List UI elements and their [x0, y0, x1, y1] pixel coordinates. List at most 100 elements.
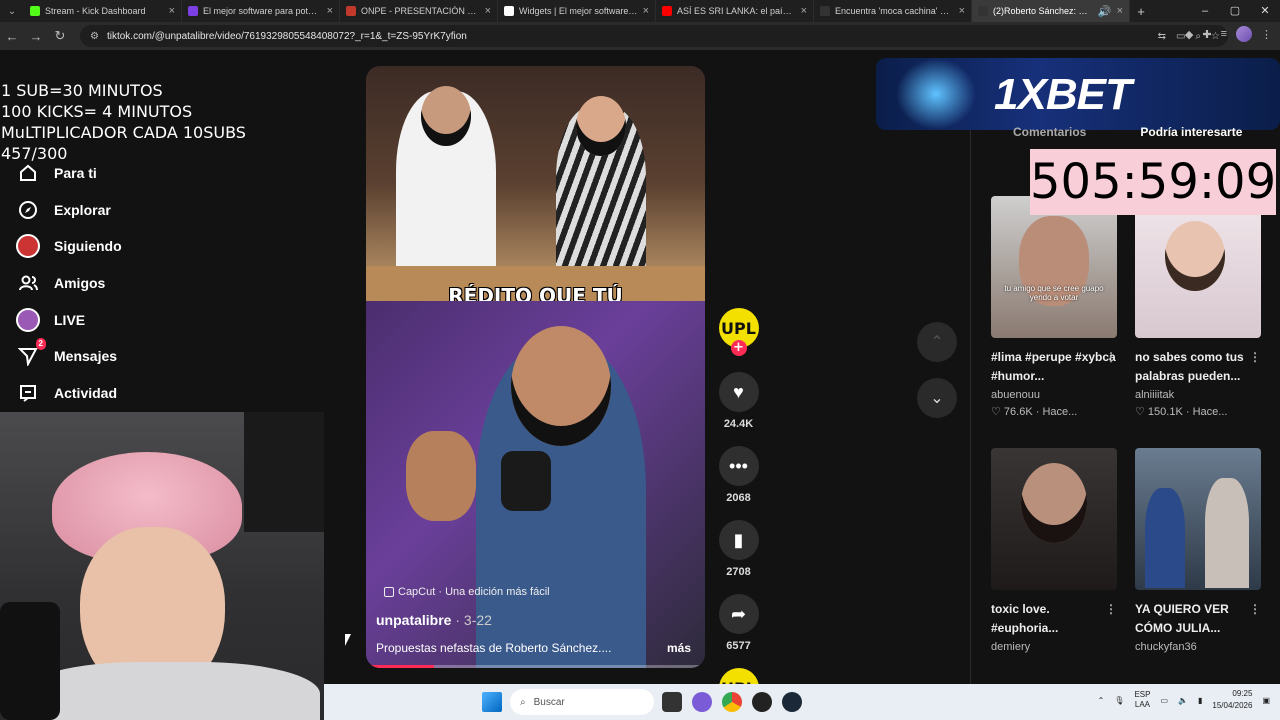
- close-tab-icon[interactable]: ×: [485, 5, 491, 17]
- video-thumbnail[interactable]: [1135, 196, 1261, 338]
- tab-audio-icon[interactable]: 🔊: [1098, 5, 1112, 18]
- close-tab-icon[interactable]: ×: [801, 5, 807, 17]
- menu-kebab-icon[interactable]: ⋮: [1261, 28, 1272, 41]
- browser-tab[interactable]: Encuentra 'moca cachina' en Tik ×: [814, 0, 972, 22]
- tab-podria-interesarte[interactable]: Podría interesarte: [1140, 125, 1242, 139]
- heart-icon[interactable]: ♥: [718, 372, 759, 412]
- translate-icon[interactable]: ⇆: [1158, 31, 1166, 42]
- chrome-icon[interactable]: [722, 692, 742, 712]
- sidebar-item-actividad[interactable]: Actividad: [16, 375, 122, 412]
- more-options-icon[interactable]: ⋮: [1249, 348, 1261, 367]
- taskbar-search[interactable]: ⌕ Buscar: [510, 689, 654, 715]
- video-thumbnail[interactable]: [991, 448, 1117, 590]
- sidebar-item-amigos[interactable]: Amigos: [16, 265, 122, 302]
- follow-plus-icon[interactable]: +: [730, 340, 747, 356]
- close-window-icon[interactable]: ✕: [1250, 0, 1280, 22]
- save-action[interactable]: ▮ 2708: [718, 520, 759, 578]
- card-author[interactable]: chuckyfan36: [1135, 641, 1261, 653]
- tray-chevron-icon[interactable]: ⌃: [1098, 696, 1105, 705]
- more-options-icon[interactable]: ⋮: [1105, 348, 1117, 367]
- sidebar-item-siguiendo[interactable]: Siguiendo: [16, 228, 122, 265]
- browser-tab[interactable]: El mejor software para potencia ×: [182, 0, 340, 22]
- sponsor-logo: 1XBET: [994, 70, 1132, 119]
- webcam-phone: [0, 602, 60, 720]
- browser-tab[interactable]: ASÍ ES SRI LANKA: el país "más ×: [656, 0, 814, 22]
- media-controls-icon[interactable]: ≡: [1221, 28, 1227, 40]
- tab-comentarios[interactable]: Comentarios: [1013, 125, 1086, 139]
- browser-tab[interactable]: ONPE - PRESENTACIÓN DE RES ×: [340, 0, 498, 22]
- network-icon[interactable]: ▭: [1160, 696, 1168, 705]
- chevron-up-icon[interactable]: ⌃: [917, 322, 957, 362]
- close-tab-icon[interactable]: ×: [959, 5, 965, 17]
- recommendation-card[interactable]: tu amigo que se cree guapo yendo a votar…: [991, 196, 1117, 418]
- windows-start-icon[interactable]: [482, 692, 502, 712]
- like-action[interactable]: ♥ 24.4K: [718, 372, 759, 430]
- sidebar-item-explorar[interactable]: Explorar: [16, 192, 122, 229]
- video-author[interactable]: unpatalibre · 3-22: [376, 612, 492, 628]
- feed-scroll-controls: ⌃ ⌄: [917, 322, 957, 418]
- bookmark-icon[interactable]: ▮: [718, 520, 759, 560]
- task-view-icon[interactable]: [662, 692, 682, 712]
- site-info-icon[interactable]: ⚙: [90, 31, 99, 42]
- language-indicator[interactable]: ESP LAA: [1134, 690, 1150, 710]
- more-options-icon[interactable]: ⋮: [1249, 600, 1261, 619]
- obs-icon[interactable]: [752, 692, 772, 712]
- recommendation-card[interactable]: YA QUIERO VER CÓMO JULIA... ⋮ chuckyfan36: [1135, 448, 1261, 653]
- new-tab-button[interactable]: +: [1130, 4, 1152, 19]
- reload-icon[interactable]: ↻: [48, 28, 72, 44]
- video-progress-bar[interactable]: [366, 665, 705, 668]
- profile-avatar[interactable]: [1236, 26, 1252, 42]
- puzzle-icon[interactable]: ✚: [1202, 28, 1211, 41]
- steam-icon[interactable]: [782, 692, 802, 712]
- taskbar-clock[interactable]: 09:25 15/04/2026: [1212, 688, 1252, 712]
- battery-icon[interactable]: ▮: [1198, 696, 1202, 705]
- close-tab-icon[interactable]: ×: [169, 5, 175, 17]
- close-tab-icon[interactable]: ×: [327, 5, 333, 17]
- browser-tab-active[interactable]: (2)Roberto Sánchez: Propu 🔊 ×: [972, 0, 1130, 22]
- language-code: ESP: [1134, 690, 1151, 699]
- sidebar-item-live[interactable]: LIVE: [16, 301, 122, 338]
- close-tab-icon[interactable]: ×: [1117, 5, 1123, 17]
- creator-avatar[interactable]: UPL +: [718, 308, 759, 356]
- back-icon[interactable]: ←: [0, 29, 24, 44]
- tab-title: Stream - Kick Dashboard: [45, 6, 146, 16]
- recommendation-card[interactable]: toxic love. #euphoria... ⋮ demiery: [991, 448, 1117, 653]
- tab-favicon-icon: [978, 6, 988, 16]
- avatar-text: UPL: [721, 318, 756, 338]
- share-action[interactable]: ➦ 6577: [718, 594, 759, 652]
- url-text[interactable]: tiktok.com/@unpatalibre/video/7619329805…: [107, 31, 467, 42]
- browser-tab[interactable]: Widgets | El mejor software pa ×: [498, 0, 656, 22]
- recommendation-card[interactable]: no sabes como tus palabras pueden... ⋮ al…: [1135, 196, 1261, 418]
- video-thumbnail[interactable]: tu amigo que se cree guapo yendo a votar: [991, 196, 1117, 338]
- author-name[interactable]: unpatalibre: [376, 612, 451, 628]
- minimize-icon[interactable]: –: [1190, 0, 1220, 22]
- card-author[interactable]: alniiiitak: [1135, 389, 1261, 401]
- comment-action[interactable]: ••• 2068: [718, 446, 759, 504]
- microphone-icon[interactable]: 🎙: [1114, 696, 1124, 705]
- tab-favicon-icon: [504, 6, 514, 16]
- video-player[interactable]: RÉDITO QUE TÚ CapCut · Una edición más f…: [366, 66, 705, 668]
- forward-icon[interactable]: →: [24, 29, 48, 44]
- notification-icon[interactable]: ▣: [1262, 696, 1270, 705]
- url-bar[interactable]: ⚙ tiktok.com/@unpatalibre/video/76193298…: [80, 25, 1228, 47]
- discord-icon[interactable]: [692, 692, 712, 712]
- browser-tab[interactable]: Stream - Kick Dashboard ×: [24, 0, 182, 22]
- sidebar-item-label: LIVE: [54, 311, 86, 328]
- capcut-link[interactable]: CapCut · Una edición más fácil: [384, 586, 550, 598]
- tab-search-chevron-icon[interactable]: ⌄: [0, 6, 24, 17]
- chevron-down-icon[interactable]: ⌄: [917, 378, 957, 418]
- sidebar-item-mensajes[interactable]: 2 Mensajes: [16, 338, 122, 375]
- maximize-icon[interactable]: ▢: [1220, 0, 1250, 22]
- card-author[interactable]: demiery: [991, 641, 1117, 653]
- card-caption: YA QUIERO VER CÓMO JULIA...: [1135, 602, 1229, 635]
- card-author[interactable]: abuenouu: [991, 389, 1117, 401]
- close-tab-icon[interactable]: ×: [643, 5, 649, 17]
- volume-icon[interactable]: 🔈: [1178, 696, 1188, 705]
- card-caption: #lima #perupe #xybca #humor...: [991, 350, 1116, 383]
- extension-icon[interactable]: ◆: [1185, 28, 1193, 41]
- video-thumbnail[interactable]: [1135, 448, 1261, 590]
- more-button[interactable]: más: [667, 641, 691, 655]
- share-icon[interactable]: ➦: [718, 594, 759, 634]
- comment-icon[interactable]: •••: [718, 446, 759, 486]
- more-options-icon[interactable]: ⋮: [1105, 600, 1117, 619]
